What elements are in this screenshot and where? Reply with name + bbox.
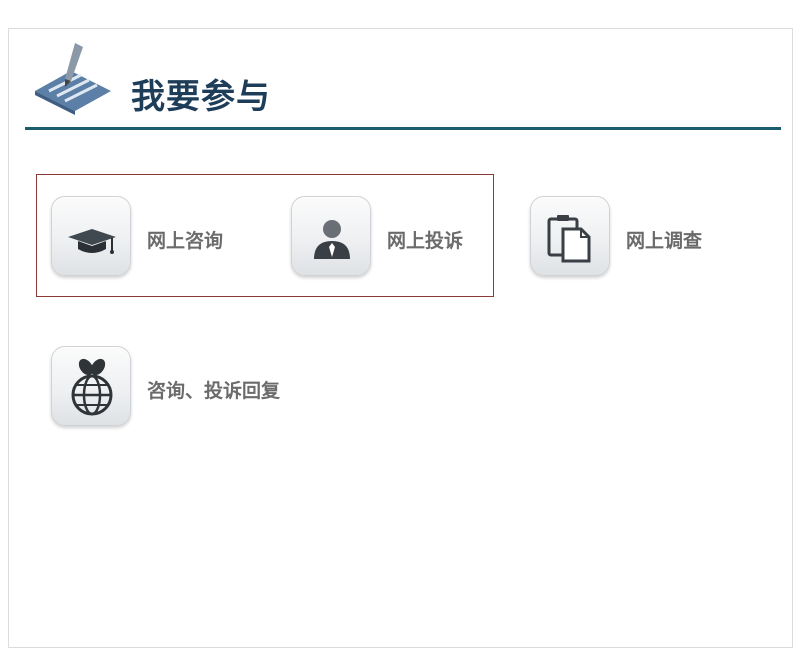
online-consult-label: 网上咨询: [147, 230, 224, 252]
online-complaint-item[interactable]: 网上投诉: [291, 196, 491, 278]
online-survey-button[interactable]: [530, 196, 610, 276]
online-consult-button[interactable]: [51, 196, 131, 276]
graduation-cap-icon: [68, 229, 116, 254]
panel-header: 我要参与: [25, 39, 781, 129]
reply-label: 咨询、投诉回复: [147, 380, 281, 402]
online-complaint-button[interactable]: [291, 196, 371, 276]
globe-icon: [71, 358, 113, 416]
person-icon: [314, 220, 350, 259]
page-title: 我要参与: [131, 77, 271, 117]
header-divider: [25, 127, 781, 130]
reply-item[interactable]: 咨询、投诉回复: [51, 346, 351, 428]
reply-button[interactable]: [51, 346, 131, 426]
clipboard-icon: [547, 215, 591, 263]
online-complaint-label: 网上投诉: [387, 230, 464, 252]
online-survey-item[interactable]: 网上调查: [530, 196, 730, 278]
participation-panel: 我要参与 网上咨询 网上投诉 网上调查 咨询、投诉回复: [8, 28, 793, 648]
online-survey-label: 网上调查: [626, 230, 703, 252]
pen-writing-icon: [31, 41, 115, 117]
online-consult-item[interactable]: 网上咨询: [51, 196, 251, 278]
